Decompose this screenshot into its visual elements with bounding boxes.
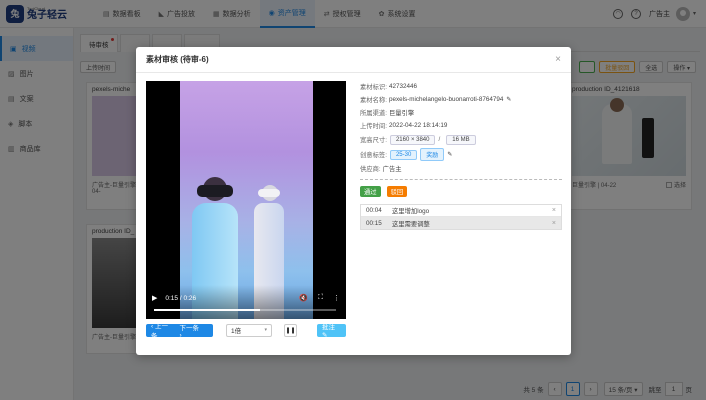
asset-dimensions: 2160 × 3840 [389,134,436,145]
annotation-item[interactable]: 00:04 这里增加logo × [361,205,561,217]
asset-filesize: 16 MB [446,134,476,145]
creative-tag[interactable]: 奖励 [420,148,445,161]
asset-name: pexels-michelangelo-buonarroti-8764794 [388,96,504,103]
close-icon[interactable]: × [552,207,556,214]
review-modal: 素材审核 (待审-6) × ▶ 0:15 / 0:26 🔇 ⛶ ⋮ ‹ 上一条 … [136,47,571,355]
video-progress-bar[interactable] [154,309,336,311]
annotation-list: 00:04 这里增加logo × 00:15 这里需要调整 × [360,204,562,230]
prev-item-button[interactable]: ‹ 上一条 [151,320,174,340]
approve-button[interactable]: 通过 [360,186,381,197]
asset-id: 42732446 [388,83,417,90]
asset-channel: 巨量引擎 [388,110,415,117]
mute-icon[interactable]: 🔇 [299,294,308,302]
asset-info: 素材标识: 42732446 素材名称: pexels-michelangelo-b… [360,81,562,230]
asset-upload-time: 2022-04-22 18:14:19 [388,122,448,129]
reject-button[interactable]: 驳回 [386,186,408,197]
chevron-down-icon: ▾ [264,327,267,333]
edit-icon[interactable]: ✎ [506,96,511,103]
annotation-item[interactable]: 00:15 这里需要调整 × [361,217,561,229]
video-progress-fill [154,309,260,311]
prev-next-group: ‹ 上一条 下一条 › [146,322,213,340]
close-icon[interactable]: × [555,54,561,65]
pause-button[interactable]: ❚❚ [284,323,297,337]
annotate-button[interactable]: 批注 ✎ [317,323,346,339]
creative-tag[interactable]: 25-30 [389,149,418,160]
divider [360,179,562,180]
asset-supplier: 广告主 [382,166,402,173]
video-player[interactable]: ▶ 0:15 / 0:26 🔇 ⛶ ⋮ [146,81,346,319]
modal-title: 素材审核 (待审-6) [146,55,209,64]
fullscreen-icon[interactable]: ⛶ [318,294,323,302]
close-icon[interactable]: × [552,220,556,227]
video-frame [180,81,313,319]
play-icon[interactable]: ▶ [152,294,157,302]
video-controls: ▶ 0:15 / 0:26 🔇 ⛶ ⋮ [146,285,346,319]
video-time: 0:15 / 0:26 [165,294,197,302]
playback-speed-select[interactable]: 1倍 ▾ [226,323,272,337]
edit-icon[interactable]: ✎ [447,151,452,158]
next-item-button[interactable]: 下一条 › [180,322,203,339]
more-options-icon[interactable]: ⋮ [333,294,340,302]
